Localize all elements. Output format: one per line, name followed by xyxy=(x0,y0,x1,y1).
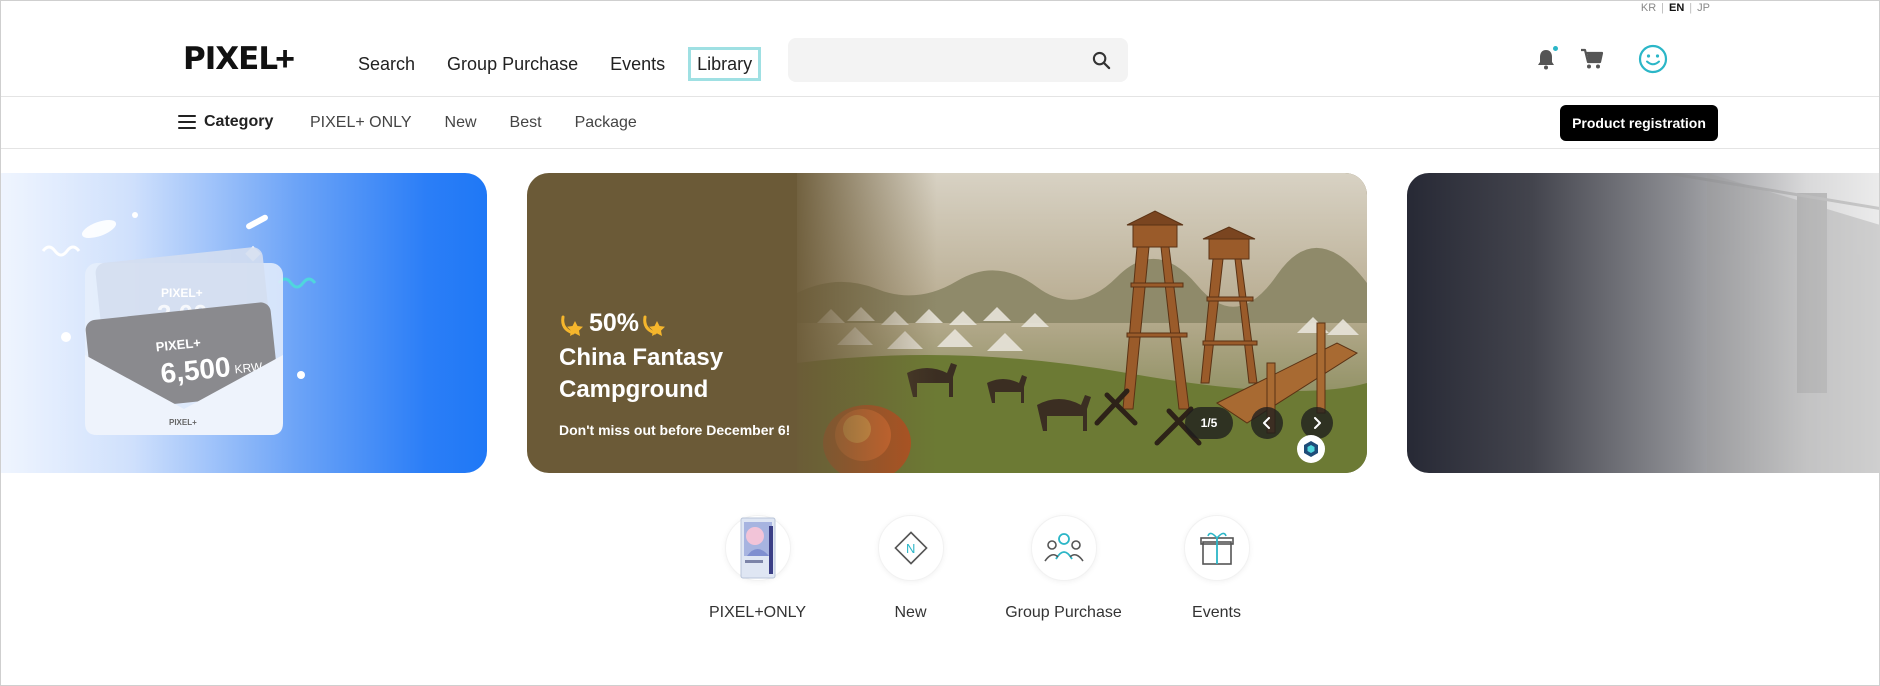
sub-nav: Category PIXEL+ ONLY New Best Package Pr… xyxy=(1,97,1879,149)
quick-label: New xyxy=(894,604,927,621)
shooting-star-icon xyxy=(643,315,666,336)
category-label: Category xyxy=(204,113,274,130)
quick-new[interactable]: N New xyxy=(834,515,987,622)
main-nav: Search Group Purchase Events Library xyxy=(358,47,793,81)
nav-library[interactable]: Library xyxy=(688,47,762,81)
carousel-slide-previous[interactable]: PIXEL+ 3,00 PIXEL+ 6,500 KRW PIXEL+ xyxy=(1,173,487,473)
search-icon[interactable] xyxy=(1090,49,1112,71)
search-input[interactable] xyxy=(788,38,1068,82)
subnav-package[interactable]: Package xyxy=(575,114,637,132)
nav-group-purchase[interactable]: Group Purchase xyxy=(447,52,578,76)
header: PIXEL + Search Group Purchase Events Lib… xyxy=(1,1,1879,97)
quick-menu: PIXEL+ONLY N New Group Purchase Events xyxy=(681,515,1293,622)
svg-text:N: N xyxy=(906,541,915,556)
page: KR | EN | JP PIXEL + Search Group Purcha… xyxy=(0,0,1880,686)
quick-events[interactable]: Events xyxy=(1140,515,1293,622)
voucher-illustration: PIXEL+ 3,00 PIXEL+ 6,500 KRW PIXEL+ xyxy=(41,212,317,435)
banner-promo-text: 50% China Fantasy Campground Don't miss … xyxy=(559,309,799,438)
bell-icon[interactable] xyxy=(1531,43,1561,75)
quick-label: Group Purchase xyxy=(1005,604,1122,621)
chevron-right-icon[interactable] xyxy=(1301,407,1333,439)
header-icons xyxy=(1531,43,1669,75)
cart-icon[interactable] xyxy=(1577,43,1607,75)
product-box-icon xyxy=(724,515,791,581)
quick-pixel-only[interactable]: PIXEL+ONLY xyxy=(681,515,834,622)
warehouse-scene-image xyxy=(1666,173,1879,473)
logo-text: PIXEL xyxy=(183,41,278,77)
slide-counter: 1/5 xyxy=(1185,407,1233,439)
discount-badge: 50% xyxy=(559,309,799,338)
group-people-icon xyxy=(1030,515,1097,581)
logo-plus: + xyxy=(275,40,295,78)
gift-box-icon xyxy=(1183,515,1250,581)
shooting-star-icon xyxy=(561,315,583,336)
category-menu[interactable]: Category xyxy=(178,113,273,131)
nav-events[interactable]: Events xyxy=(610,52,665,76)
envelope-brand: PIXEL+ xyxy=(169,418,197,427)
subnav-new[interactable]: New xyxy=(445,114,477,132)
quick-label: Events xyxy=(1192,604,1241,621)
chevron-left-icon[interactable] xyxy=(1251,407,1283,439)
voucher-brand-back: PIXEL+ xyxy=(161,286,203,300)
sub-nav-links: PIXEL+ ONLY New Best Package xyxy=(310,114,670,132)
quick-label: PIXEL+ONLY xyxy=(708,604,807,621)
banner-title: China Fantasy Campground xyxy=(559,344,724,403)
nav-search[interactable]: Search xyxy=(358,52,415,76)
pixel-plus-logo[interactable]: PIXEL + xyxy=(183,40,295,78)
hex-badge-icon[interactable] xyxy=(1297,435,1325,463)
notification-dot xyxy=(1553,46,1558,51)
smiley-face-icon[interactable] xyxy=(1637,43,1669,75)
banner-subtitle: Don't miss out before December 6! xyxy=(559,422,791,438)
subnav-best[interactable]: Best xyxy=(510,114,542,132)
quick-group-purchase[interactable]: Group Purchase xyxy=(987,515,1140,622)
banner-fade xyxy=(787,173,937,473)
hamburger-icon xyxy=(178,115,196,129)
search-box xyxy=(788,38,1128,82)
carousel-slide-active[interactable]: 50% China Fantasy Campground Don't miss … xyxy=(527,173,1367,473)
carousel-slide-next[interactable] xyxy=(1407,173,1879,473)
product-registration-button[interactable]: Product registration xyxy=(1560,105,1718,141)
subnav-pixel-only[interactable]: PIXEL+ ONLY xyxy=(310,114,412,132)
discount-value: 50% xyxy=(589,309,640,337)
new-badge-icon: N xyxy=(877,515,944,581)
